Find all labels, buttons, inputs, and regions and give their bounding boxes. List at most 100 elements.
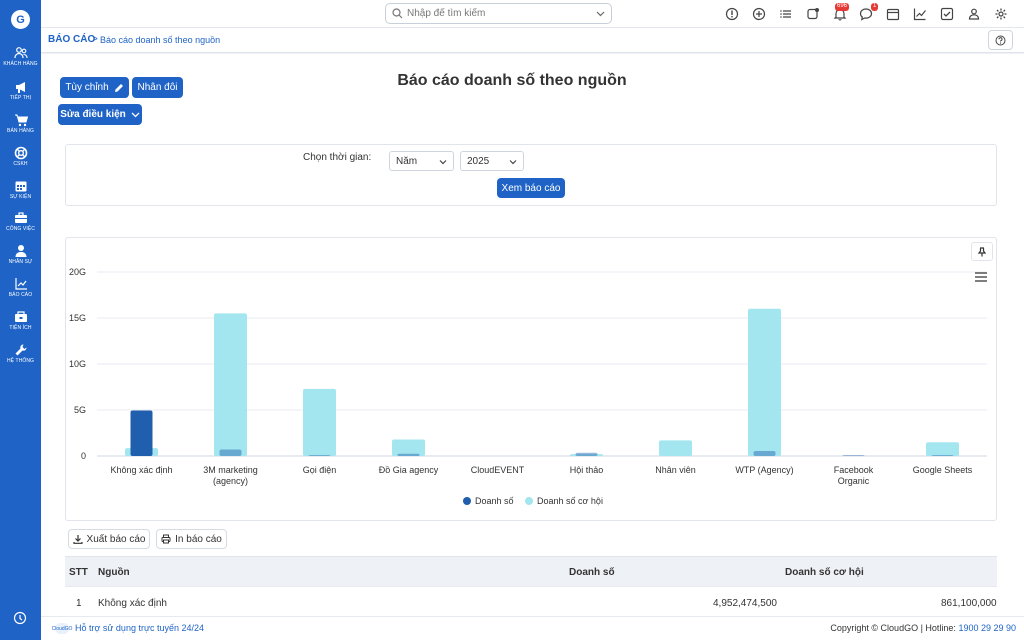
sidebar-item-customers[interactable]: KHÁCH HÀNG (0, 46, 41, 67)
chevron-down-icon[interactable] (596, 9, 605, 18)
x-category-label: Hội thảo (570, 465, 604, 475)
bar-opportunity-revenue (303, 388, 336, 456)
sidebar-item-utilities[interactable]: TIỆN ÍCH (0, 310, 41, 331)
sidebar-item-label: BÁO CÁO (8, 292, 33, 298)
cart-icon (14, 114, 28, 127)
global-search[interactable] (385, 3, 612, 24)
view-report-button[interactable]: Xem báo cáo (497, 178, 565, 198)
bar-revenue (575, 452, 598, 456)
bar-revenue (397, 453, 420, 456)
print-report-button[interactable]: In báo cáo (156, 529, 227, 549)
edit-conditions-label: Sửa điều kiện (60, 109, 126, 120)
y-tick-label: 5G (74, 405, 86, 415)
sidebar-item-label: TIẾP THỊ (9, 95, 32, 101)
sidebar-item-system[interactable]: HỆ THỐNG (0, 343, 41, 364)
bar-revenue (842, 455, 865, 456)
cloudgo-logo[interactable]: G (11, 10, 30, 29)
sidebar-item-label: KHÁCH HÀNG (3, 61, 38, 67)
message-badge: 1 (871, 3, 879, 11)
cell-opportunity-revenue: 861,100,000 (941, 598, 997, 609)
sales-by-source-chart: 0 5G 10G 15G 20G Không xác định 3M marketing(a… (69, 267, 987, 506)
edit-conditions-button[interactable]: Sửa điều kiện (58, 104, 142, 125)
breadcrumb-current[interactable]: Báo cáo doanh số theo nguồn (100, 35, 220, 45)
x-category-label: Gọi điện (303, 465, 337, 475)
hotline-link[interactable]: 1900 29 29 90 (958, 623, 1016, 633)
period-select[interactable]: Năm (389, 151, 454, 171)
legend-marker-revenue (463, 497, 471, 505)
cell-stt: 1 (76, 598, 82, 609)
bar-revenue (931, 455, 954, 456)
user-icon[interactable] (967, 7, 981, 21)
cell-revenue: 4,952,474,500 (713, 598, 777, 609)
footer: CloudGO Hỗ trợ sử dụng trực tuyến 24/24 … (41, 616, 1024, 640)
export-report-button[interactable]: Xuất báo cáo (68, 529, 150, 549)
x-category-label: 3M marketing (203, 465, 258, 475)
info-icon[interactable] (725, 7, 739, 21)
sidebar-item-reports[interactable]: BÁO CÁO (0, 277, 41, 298)
notification-badge: 696 (835, 3, 850, 11)
print-label: In báo cáo (175, 533, 222, 545)
users-icon (13, 47, 28, 59)
task-notify-icon[interactable] (806, 7, 820, 21)
list-icon[interactable] (779, 7, 793, 21)
sidebar-item-label: BÁN HÀNG (7, 128, 34, 134)
tools-box-icon (14, 311, 27, 322)
x-category-label: (agency) (213, 476, 248, 486)
clock-icon[interactable] (13, 611, 27, 625)
y-tick-label: 0 (81, 451, 86, 461)
support-link[interactable]: Hỗ trợ sử dụng trực tuyến 24/24 (75, 623, 204, 633)
year-value: 2025 (467, 156, 490, 167)
hamburger-menu-icon[interactable] (973, 270, 989, 284)
gear-icon[interactable] (994, 7, 1008, 21)
x-category-label: Organic (838, 476, 870, 486)
breadcrumb: BÁO CÁO > Báo cáo doanh số theo nguồn (41, 28, 1024, 53)
column-header-revenue[interactable]: Doanh số (569, 567, 615, 578)
sidebar-item-tasks[interactable]: CÔNG VIỆC (0, 211, 41, 232)
search-input[interactable] (407, 6, 587, 21)
time-filter-label: Chọn thời gian: (303, 152, 372, 163)
x-category-label: Facebook (834, 465, 874, 475)
legend-label-revenue: Doanh số (475, 496, 514, 506)
pin-button[interactable] (971, 242, 993, 261)
bar-opportunity-revenue (926, 442, 959, 456)
briefcase-icon (14, 212, 27, 223)
calendar-icon[interactable] (886, 7, 900, 21)
wrench-icon (15, 344, 27, 356)
help-button[interactable] (988, 30, 1013, 50)
sidebar-item-sales[interactable]: BÁN HÀNG (0, 113, 41, 134)
page-title: Báo cáo doanh số theo nguồn (397, 72, 627, 89)
x-category-label: Nhân viên (655, 465, 696, 475)
bar-revenue (308, 455, 331, 456)
breadcrumb-separator: > (92, 34, 98, 45)
copyright-text: Copyright © CloudGO | Hotline: (830, 623, 959, 633)
column-header-source[interactable]: Nguồn (98, 567, 130, 578)
year-select[interactable]: 2025 (460, 151, 524, 171)
x-category-label: Đồ Gia agency (379, 465, 439, 475)
sidebar-item-label: CÔNG VIỆC (6, 226, 35, 232)
legend-marker-opportunity-revenue (525, 497, 533, 505)
column-header-stt[interactable]: STT (69, 567, 88, 578)
copyright: Copyright © CloudGO | Hotline: 1900 29 2… (830, 623, 1016, 633)
column-header-opportunity-revenue[interactable]: Doanh số cơ hội (785, 567, 864, 578)
sidebar-item-hr[interactable]: NHÂN SỰ (0, 244, 41, 265)
sidebar-item-label: SỰ KIỆN (9, 194, 32, 200)
checkbox-icon[interactable] (940, 7, 954, 21)
y-tick-label: 10G (69, 359, 86, 369)
lifebuoy-icon (14, 146, 27, 160)
chevron-down-icon (131, 112, 140, 118)
export-label: Xuất báo cáo (86, 533, 146, 545)
y-tick-label: 20G (69, 267, 86, 277)
chart-icon[interactable] (913, 7, 927, 21)
sidebar-item-cskh[interactable]: CSKH (0, 146, 41, 167)
bar-opportunity-revenue (214, 313, 247, 456)
chevron-down-icon (439, 160, 447, 165)
add-circle-icon[interactable] (752, 7, 766, 21)
table-header: STT Nguồn Doanh số Doanh số cơ hội (65, 556, 997, 586)
printer-icon (161, 534, 171, 544)
sidebar-item-label: HỆ THỐNG (6, 358, 35, 364)
bar-opportunity-revenue (392, 439, 425, 456)
sidebar-item-events[interactable]: SỰ KIỆN (0, 179, 41, 200)
table-row-divider (65, 586, 997, 587)
report-icon (14, 278, 27, 290)
breadcrumb-root[interactable]: BÁO CÁO (48, 34, 95, 45)
